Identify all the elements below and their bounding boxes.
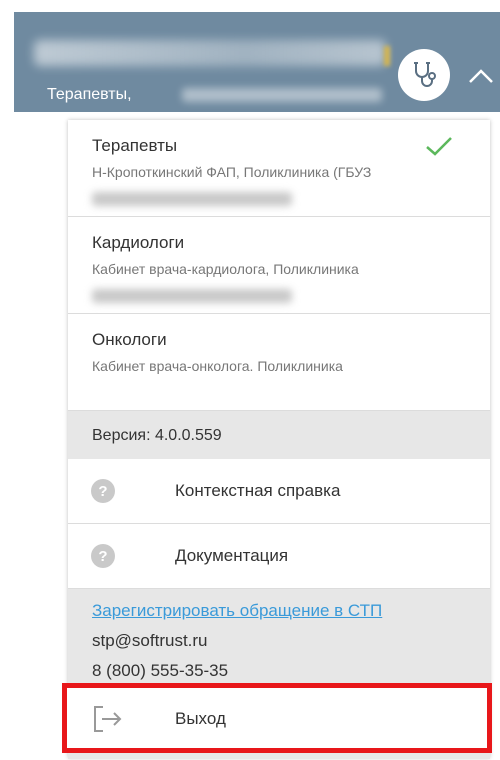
user-org-redacted <box>182 88 382 102</box>
logout-button[interactable]: Выход <box>62 683 492 753</box>
role-detail-redacted <box>92 289 292 303</box>
user-role-label: Терапевты, <box>47 86 132 103</box>
role-item-oncologists[interactable]: Онкологи Кабинет врача-онколога. Поликли… <box>68 314 490 411</box>
avatar[interactable] <box>398 49 450 101</box>
question-circle-icon: ? <box>91 544 115 568</box>
version-label: Версия: 4.0.0.559 <box>92 427 222 444</box>
user-name-redacted <box>34 40 386 66</box>
logout-label: Выход <box>175 709 226 728</box>
context-help-button[interactable]: ? Контекстная справка <box>68 459 490 524</box>
documentation-button[interactable]: ? Документация <box>68 524 490 589</box>
role-item-therapists[interactable]: Терапевты Н-Кропоткинский ФАП, Поликлини… <box>68 120 490 217</box>
question-circle-icon: ? <box>91 479 115 503</box>
chevron-up-icon[interactable] <box>466 64 496 88</box>
role-detail-redacted <box>92 192 292 206</box>
check-icon <box>426 137 452 156</box>
register-support-request-link[interactable]: Зарегистрировать обращение в СТП <box>92 601 382 621</box>
user-header: Терапевты, <box>14 12 500 112</box>
logout-icon <box>94 706 122 732</box>
role-subtitle: Н-Кропоткинский ФАП, Поликлиника (ГБУЗ <box>92 164 372 180</box>
svg-text:?: ? <box>98 483 107 500</box>
stethoscope-icon <box>414 62 436 87</box>
support-phone: 8 (800) 555-35-35 <box>92 661 229 680</box>
documentation-label: Документация <box>175 546 289 565</box>
svg-text:?: ? <box>98 548 107 565</box>
role-title: Онкологи <box>92 330 167 349</box>
context-help-label: Контекстная справка <box>175 481 341 500</box>
role-title: Терапевты <box>92 136 178 155</box>
support-email: stp@softrust.ru <box>92 631 208 650</box>
user-dropdown-menu: Терапевты Н-Кропоткинский ФАП, Поликлини… <box>68 120 490 759</box>
role-subtitle: Кабинет врача-онколога. Поликлиника <box>92 358 343 374</box>
role-title: Кардиологи <box>92 233 185 252</box>
role-item-cardiologists[interactable]: Кардиологи Кабинет врача-кардиолога, Пол… <box>68 217 490 314</box>
name-accent-mark <box>384 46 390 66</box>
role-subtitle: Кабинет врача-кардиолога, Поликлиника <box>92 261 359 277</box>
